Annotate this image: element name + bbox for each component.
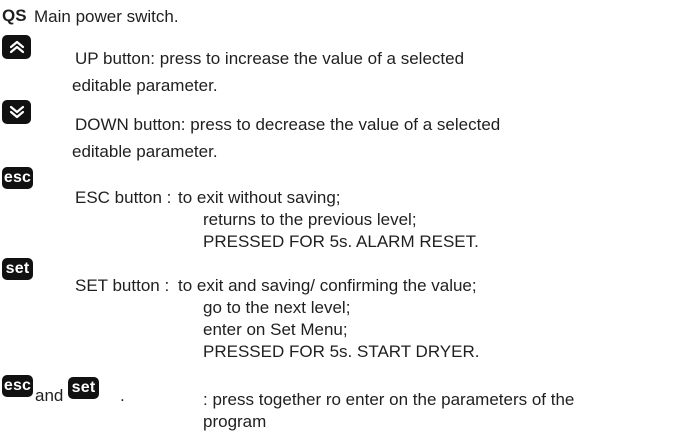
set-button[interactable]: set	[2, 258, 33, 280]
qs-label: QS	[2, 6, 27, 25]
combo-esc-key-label: esc	[3, 377, 32, 394]
esc-label: ESC button :	[75, 188, 172, 207]
up-button[interactable]	[2, 35, 31, 59]
double-chevron-down-icon	[9, 105, 24, 119]
set-line-4: PRESSED FOR 5s. START DRYER.	[203, 342, 480, 361]
down-button[interactable]	[2, 100, 31, 124]
up-description-line1: UP button: press to increase the value o…	[75, 49, 465, 68]
combo-set-key-label: set	[71, 379, 96, 396]
combo-period: .	[120, 386, 125, 405]
esc-line-2: returns to the previous level;	[203, 210, 417, 229]
up-description-line2: editable parameter.	[72, 76, 218, 95]
set-key-label: set	[5, 260, 30, 277]
combo-and-text: and	[35, 386, 64, 405]
esc-key-label: esc	[3, 169, 32, 186]
down-description-line1: DOWN button: press to decrease the value…	[75, 115, 501, 134]
combo-set-button[interactable]: set	[68, 377, 99, 399]
esc-line-1: to exit without saving;	[178, 188, 341, 207]
esc-line-3: PRESSED FOR 5s. ALARM RESET.	[203, 232, 479, 251]
down-description-line2: editable parameter.	[72, 142, 218, 161]
esc-button[interactable]: esc	[2, 167, 33, 189]
combo-description-line2: program	[203, 412, 267, 431]
combo-description-line1: : press together ro enter on the paramet…	[203, 390, 575, 409]
set-line-3: enter on Set Menu;	[203, 320, 348, 339]
set-line-2: go to the next level;	[203, 298, 351, 317]
combo-esc-button[interactable]: esc	[2, 375, 33, 397]
set-label: SET button :	[75, 276, 170, 295]
qs-description: Main power switch.	[34, 7, 179, 26]
double-chevron-up-icon	[9, 40, 24, 54]
set-line-1: to exit and saving/ confirming the value…	[178, 276, 477, 295]
